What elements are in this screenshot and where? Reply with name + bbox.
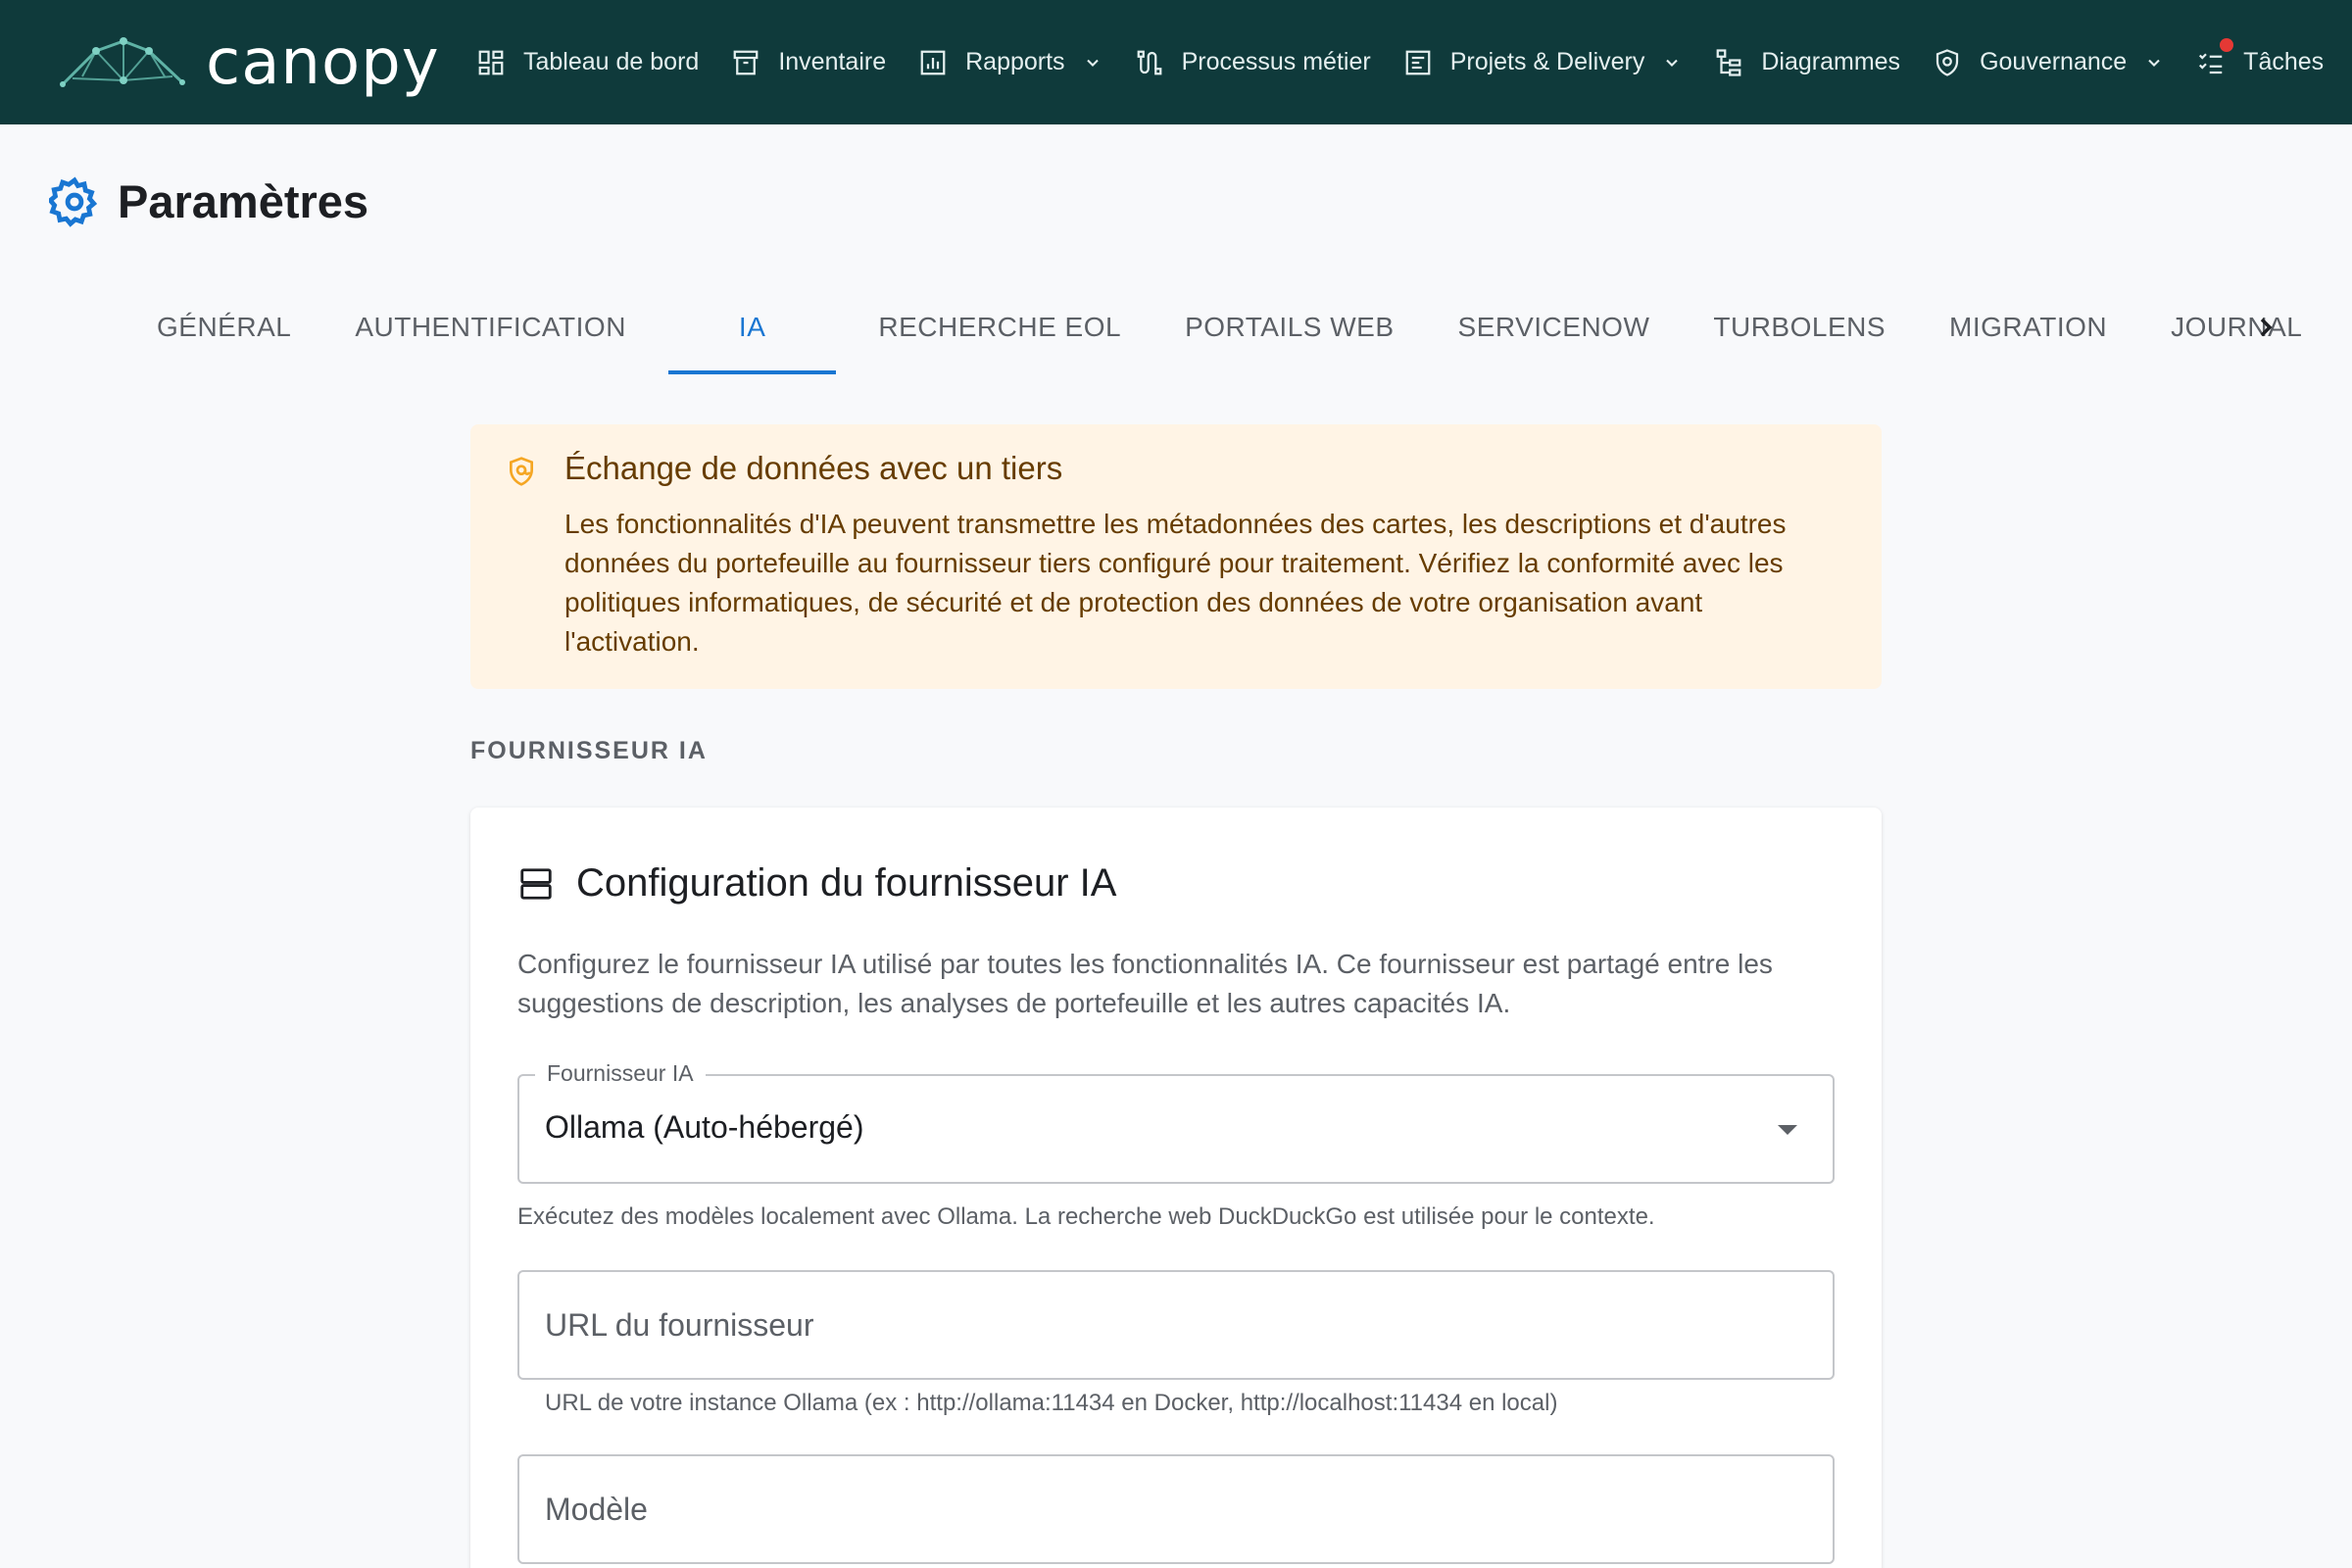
brand-name: canopy bbox=[206, 25, 440, 99]
nav-label: Processus métier bbox=[1181, 48, 1371, 75]
tab-general[interactable]: Général bbox=[135, 290, 313, 374]
nav-label: Tableau de bord bbox=[523, 48, 700, 75]
top-navigation-bar: canopy Tableau de bord Inventaire Rappor… bbox=[0, 0, 2352, 124]
warning-text: Les fonctionnalités d'IA peuvent transme… bbox=[564, 509, 1787, 657]
tasks-icon bbox=[2199, 52, 2223, 74]
archive-icon bbox=[733, 50, 759, 74]
nav-item-taches[interactable]: Tâches bbox=[2196, 37, 2325, 77]
gear-icon bbox=[49, 175, 98, 227]
nav-item-inventaire[interactable]: Inventaire bbox=[731, 48, 886, 77]
provider-url-placeholder: URL du fournisseur bbox=[545, 1307, 814, 1343]
nav-item-processus-metier[interactable]: Processus métier bbox=[1135, 48, 1371, 77]
tab-migration[interactable]: Migration bbox=[1928, 290, 2129, 374]
nav-label: Rapports bbox=[965, 48, 1065, 75]
provider-helper-text: Exécutez des modèles localement avec Oll… bbox=[517, 1203, 1655, 1230]
dropdown-arrow-icon bbox=[1778, 1125, 1797, 1135]
provider-select[interactable]: Fournisseur IA Ollama (Auto-hébergé) bbox=[517, 1060, 1835, 1184]
main-nav: Tableau de bord Inventaire Rapports Proc… bbox=[476, 0, 2352, 124]
warning-title: Échange de données avec un tiers bbox=[564, 450, 1063, 486]
nav-label: Projets & Delivery bbox=[1449, 48, 1645, 75]
nav-item-gouvernance[interactable]: Gouvernance bbox=[1933, 48, 2164, 77]
server-icon bbox=[520, 867, 552, 900]
page-title: Paramètres bbox=[118, 175, 369, 227]
diagram-icon bbox=[1716, 48, 1741, 76]
data-exchange-warning: Échange de données avec un tiers Les fon… bbox=[470, 424, 1882, 689]
project-icon bbox=[1405, 50, 1431, 74]
brand[interactable]: canopy bbox=[59, 0, 440, 124]
ai-provider-card: Configuration du fournisseur IA Configur… bbox=[470, 808, 1882, 1568]
nav-label: Diagrammes bbox=[1761, 48, 1901, 75]
provider-select-label: Fournisseur IA bbox=[535, 1060, 706, 1087]
provider-url-input[interactable]: URL du fournisseur bbox=[517, 1270, 1835, 1380]
model-placeholder: Modèle bbox=[545, 1492, 648, 1527]
tab-recherche-eol[interactable]: Recherche EOL bbox=[857, 290, 1143, 374]
settings-tabs: Général Authentification IA Recherche EO… bbox=[135, 290, 2344, 374]
tab-authentification[interactable]: Authentification bbox=[333, 290, 648, 374]
provider-url-helper-text: URL de votre instance Ollama (ex : http:… bbox=[545, 1390, 1558, 1416]
nav-item-tableau-de-bord[interactable]: Tableau de bord bbox=[476, 48, 699, 77]
page-header: Paramètres bbox=[49, 174, 368, 228]
chevron-down-icon bbox=[2148, 59, 2160, 67]
nav-item-projets-delivery[interactable]: Projets & Delivery bbox=[1403, 48, 1683, 77]
tab-turbolens[interactable]: TurboLens bbox=[1691, 290, 1907, 374]
card-header: Configuration du fournisseur IA bbox=[517, 861, 1116, 906]
section-label: Fournisseur IA bbox=[470, 737, 708, 764]
nav-label: Tâches bbox=[2243, 48, 2325, 75]
nav-item-rapports[interactable]: Rapports bbox=[918, 48, 1102, 77]
tab-portails-web[interactable]: Portails web bbox=[1163, 290, 1415, 374]
nav-label: Gouvernance bbox=[1980, 48, 2128, 75]
nav-item-diagrammes[interactable]: Diagrammes bbox=[1714, 48, 1900, 77]
tab-servicenow[interactable]: ServiceNow bbox=[1437, 290, 1672, 374]
chevron-down-icon bbox=[1086, 59, 1099, 67]
process-icon bbox=[1137, 50, 1161, 74]
tab-journal[interactable]: Journal bbox=[2149, 290, 2324, 374]
bar-chart-icon bbox=[920, 50, 946, 74]
shield-alert-icon bbox=[510, 457, 533, 486]
card-title: Configuration du fournisseur IA bbox=[576, 861, 1117, 905]
tab-ia[interactable]: IA bbox=[667, 290, 837, 374]
tabs-scroll-right-icon[interactable] bbox=[2250, 310, 2281, 345]
dashboard-icon bbox=[478, 50, 504, 74]
card-description: Configurez le fournisseur IA utilisé par… bbox=[517, 949, 1773, 1018]
canopy-logo-icon bbox=[60, 36, 185, 87]
chevron-down-icon bbox=[1666, 59, 1679, 67]
provider-select-value: Ollama (Auto-hébergé) bbox=[545, 1109, 864, 1145]
model-input[interactable]: Modèle bbox=[517, 1454, 1835, 1564]
notification-badge bbox=[2220, 37, 2234, 52]
warning-body: Échange de données avec un tiers Les fon… bbox=[564, 450, 1809, 689]
nav-label: Inventaire bbox=[778, 48, 887, 75]
shield-icon bbox=[1936, 48, 1959, 76]
